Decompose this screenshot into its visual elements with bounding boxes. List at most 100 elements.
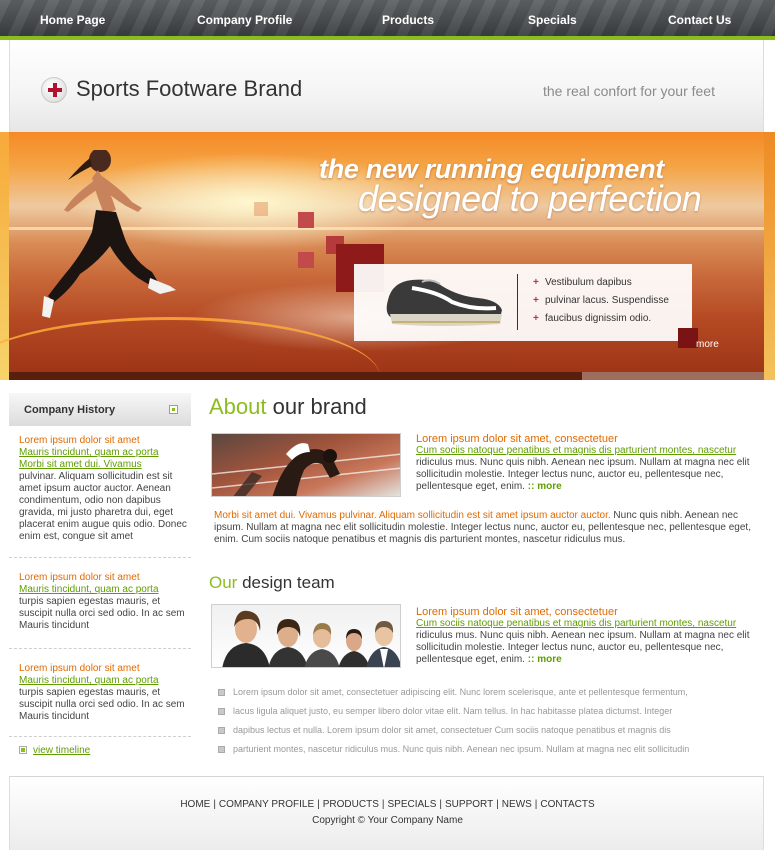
entry-link[interactable]: Morbi sit amet dui. Vivamus bbox=[19, 459, 189, 471]
feature-item: + faucibus dignissim odio. bbox=[533, 310, 669, 328]
footer-navigation: HOME | COMPANY PROFILE | PRODUCTS | SPECIALS | S… bbox=[10, 799, 765, 810]
about-text: ridiculus mus. Nunc quis nibh. Aenean ne… bbox=[416, 457, 750, 492]
square-bullet-icon bbox=[218, 708, 225, 716]
footer-link-support[interactable]: SUPPORT bbox=[445, 799, 493, 810]
entry-title: Lorem ipsum dolor sit amet bbox=[19, 572, 140, 583]
banner-subheadline: designed to perfection bbox=[358, 178, 702, 219]
about-full-paragraph: Morbi sit amet dui. Vivamus pulvinar. Al… bbox=[214, 510, 759, 546]
feature-label: Vestibulum dapibus bbox=[545, 277, 632, 288]
nav-home-page[interactable]: Home Page bbox=[40, 10, 105, 30]
team-bullet-list: Lorem ipsum dolor sit amet, consectetuer… bbox=[218, 685, 689, 761]
entry-title: Lorem ipsum dolor sit amet bbox=[19, 663, 140, 674]
team-link[interactable]: Cum sociis natoque penatibus et magnis d… bbox=[416, 618, 756, 630]
feature-item: + pulvinar lacus. Suspendisse bbox=[533, 292, 669, 310]
list-item: Lorem ipsum dolor sit amet, consectetuer… bbox=[218, 685, 689, 704]
history-entry: Lorem ipsum dolor sit amet Mauris tincid… bbox=[19, 435, 189, 543]
plus-icon: + bbox=[533, 277, 539, 288]
list-item-text: dapibus lectus et nulla. Lorem ipsum dol… bbox=[233, 725, 671, 735]
sidebar-header: Company History bbox=[9, 393, 191, 426]
list-item-text: lacus ligula aliquet justo, eu semper li… bbox=[233, 706, 673, 716]
banner-bottom-bar bbox=[582, 372, 764, 380]
square-bullet-icon bbox=[218, 727, 225, 735]
top-navigation: Home Page Company Profile Products Speci… bbox=[0, 0, 775, 40]
separator: | bbox=[496, 799, 499, 810]
product-promo-box: + Vestibulum dapibus + pulvinar lacus. Sus… bbox=[354, 264, 692, 341]
feature-list: + Vestibulum dapibus + pulvinar lacus. Sus… bbox=[533, 274, 669, 328]
sidebar: Company History Lorem ipsum dolor sit am… bbox=[9, 393, 191, 765]
athlete-photo[interactable] bbox=[211, 433, 401, 497]
team-more-link[interactable]: :: more bbox=[528, 654, 562, 665]
square-bullet-icon bbox=[19, 746, 27, 755]
separator: | bbox=[317, 799, 320, 810]
tagline: the real confort for your feet bbox=[543, 83, 715, 99]
paragraph-lead: Morbi sit amet dui. Vivamus pulvinar. Al… bbox=[214, 510, 611, 521]
separator: | bbox=[213, 799, 216, 810]
square-bullet-icon bbox=[169, 405, 178, 414]
divider bbox=[9, 648, 191, 649]
banner-edge bbox=[764, 132, 775, 380]
entry-link[interactable]: Mauris tincidunt, quam ac porta bbox=[19, 675, 189, 687]
site-footer: HOME | COMPANY PROFILE | PRODUCTS | SPECIALS | S… bbox=[9, 776, 764, 850]
feature-item: + Vestibulum dapibus bbox=[533, 274, 669, 292]
entry-link[interactable]: Mauris tincidunt, quam ac porta bbox=[19, 447, 189, 459]
about-title: Lorem ipsum dolor sit amet, consectetuer bbox=[416, 433, 618, 445]
site-header: Sports Footware Brand the real confort f… bbox=[9, 40, 764, 132]
team-photo[interactable] bbox=[211, 604, 401, 668]
entry-text: turpis sapien egestas mauris, et suscipi… bbox=[19, 687, 185, 722]
nav-company-profile[interactable]: Company Profile bbox=[197, 10, 292, 30]
nav-contact-us[interactable]: Contact Us bbox=[668, 10, 731, 30]
cross-icon bbox=[298, 252, 314, 268]
list-item-text: parturient montes, nascetur ridiculus mu… bbox=[233, 744, 690, 754]
list-item: lacus ligula aliquet justo, eu semper li… bbox=[218, 704, 689, 723]
plus-icon: + bbox=[533, 313, 539, 324]
more-cross-icon bbox=[678, 328, 698, 348]
running-shoe-image[interactable] bbox=[382, 270, 507, 330]
banner-more-link[interactable]: more bbox=[696, 339, 719, 350]
team-text-block: Lorem ipsum dolor sit amet, consectetuer… bbox=[416, 606, 756, 666]
heading-text: design team bbox=[237, 573, 335, 592]
promo-divider bbox=[517, 274, 518, 330]
history-entry: Lorem ipsum dolor sit amet Mauris tincid… bbox=[19, 572, 189, 632]
footer-link-company-profile[interactable]: COMPANY PROFILE bbox=[219, 799, 314, 810]
separator: | bbox=[439, 799, 443, 810]
history-entry: Lorem ipsum dolor sit amet Mauris tincid… bbox=[19, 663, 189, 723]
entry-title: Lorem ipsum dolor sit amet bbox=[19, 435, 140, 446]
entry-text: turpis sapien egestas mauris, et suscipi… bbox=[19, 596, 185, 631]
heading-text: our brand bbox=[266, 394, 367, 419]
about-more-link[interactable]: :: more bbox=[528, 481, 562, 492]
footer-link-home[interactable]: HOME bbox=[180, 799, 210, 810]
nav-specials[interactable]: Specials bbox=[528, 10, 577, 30]
divider bbox=[9, 557, 191, 558]
brand-name[interactable]: Sports Footware Brand bbox=[76, 76, 302, 102]
footer-link-specials[interactable]: SPECIALS bbox=[387, 799, 436, 810]
heading-accent: Our bbox=[209, 573, 238, 592]
team-title: Lorem ipsum dolor sit amet, consectetuer bbox=[416, 606, 618, 618]
red-cross-logo-icon[interactable] bbox=[41, 77, 67, 103]
divider bbox=[9, 736, 191, 737]
feature-label: pulvinar lacus. Suspendisse bbox=[545, 295, 669, 306]
cross-icon bbox=[298, 212, 314, 228]
entry-text: pulvinar. Aliquam sollicitudin est sit a… bbox=[19, 471, 187, 542]
entry-link[interactable]: Mauris tincidunt, quam ac porta bbox=[19, 584, 189, 596]
list-item: dapibus lectus et nulla. Lorem ipsum dol… bbox=[218, 723, 689, 742]
about-link[interactable]: Cum sociis natoque penatibus et magnis d… bbox=[416, 445, 756, 457]
runner-image bbox=[42, 150, 176, 318]
view-timeline-link[interactable]: view timeline bbox=[33, 745, 90, 756]
square-bullet-icon bbox=[218, 746, 225, 754]
view-timeline: view timeline bbox=[19, 745, 90, 756]
nav-products[interactable]: Products bbox=[382, 10, 434, 30]
feature-label: faucibus dignissim odio. bbox=[545, 313, 652, 324]
about-heading: About our brand bbox=[209, 394, 367, 420]
sidebar-title: Company History bbox=[24, 404, 116, 416]
footer-link-contacts[interactable]: CONTACTS bbox=[540, 799, 594, 810]
hero-banner: the new running equipment designed to pe… bbox=[0, 132, 775, 380]
list-item-text: Lorem ipsum dolor sit amet, consectetuer… bbox=[233, 687, 688, 697]
athlete-image bbox=[212, 443, 400, 496]
footer-link-products[interactable]: PRODUCTS bbox=[323, 799, 379, 810]
team-heading: Our design team bbox=[209, 573, 335, 593]
team-text: ridiculus mus. Nunc quis nibh. Aenean ne… bbox=[416, 630, 750, 665]
heading-accent: About bbox=[209, 394, 267, 419]
square-bullet-icon bbox=[218, 689, 225, 697]
footer-link-news[interactable]: NEWS bbox=[502, 799, 532, 810]
plus-icon: + bbox=[533, 295, 539, 306]
